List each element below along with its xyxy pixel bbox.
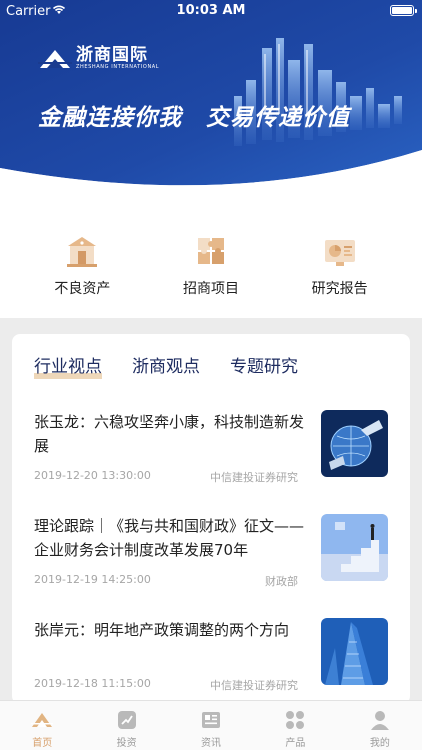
news-thumbnail-stairs [321, 514, 388, 581]
news-date: 2019-12-20 13:30:00 [34, 469, 151, 482]
tab-industry-view[interactable]: 行业视点 [34, 352, 102, 382]
bank-building-icon [67, 237, 98, 267]
news-card: 行业视点 浙商观点 专题研究 张玉龙：六稳攻坚奔小康，科技制造新发展 2019-… [12, 334, 410, 704]
report-chart-icon [324, 240, 355, 266]
battery-icon [390, 5, 414, 16]
brand-logo: 浙商国际 ZHESHANG INTERNATIONAL [38, 47, 159, 71]
tab-label: 专题研究 [230, 357, 298, 377]
tab-label: 浙商观点 [132, 357, 200, 377]
quick-item-distressed-assets[interactable]: 不良资产 [32, 196, 132, 318]
news-title: 理论跟踪｜《我与共和国财政》征文—— 企业财务会计制度改革发展70年 [34, 517, 305, 559]
tabbar-label: 我的 [369, 738, 390, 749]
news-item[interactable]: 张玉龙：六稳攻坚奔小康，科技制造新发展 2019-12-20 13:30:00 … [12, 390, 410, 494]
news-thumbnail-skyscraper [321, 618, 388, 685]
news-source: 中信建投证券研究 [210, 471, 298, 484]
invest-icon [117, 711, 136, 729]
news-title: 张玉龙：六稳攻坚奔小康，科技制造新发展 [34, 413, 305, 455]
clock: 10:03 AM [176, 3, 246, 18]
puzzle-icon [197, 238, 224, 264]
grid-icon [286, 711, 305, 729]
news-date: 2019-12-18 11:15:00 [34, 677, 151, 690]
quick-item-research-reports[interactable]: 研究报告 [290, 196, 390, 318]
tabbar-item-profile[interactable]: 我的 [338, 701, 422, 750]
status-bar: Carrier 10:03 AM [0, 0, 422, 22]
tab-special-research[interactable]: 专题研究 [230, 352, 298, 382]
news-tabs: 行业视点 浙商观点 专题研究 [12, 334, 410, 390]
logo-mark-icon [38, 50, 72, 68]
tab-label: 行业视点 [34, 357, 102, 377]
news-source: 财政部 [265, 575, 298, 588]
tabbar-item-home[interactable]: 首页 [0, 701, 84, 750]
tabbar-label: 投资 [116, 738, 137, 749]
logo-chinese-name: 浙商国际 [76, 45, 148, 65]
hero-slogan: 金融连接你我 交易传递价值 [38, 105, 350, 131]
news-item[interactable]: 理论跟踪｜《我与共和国财政》征文—— 企业财务会计制度改革发展70年 2019-… [12, 494, 410, 598]
tabbar-label: 首页 [32, 738, 53, 749]
tabbar-item-news[interactable]: 资讯 [169, 701, 253, 750]
user-icon [370, 711, 389, 730]
news-thumbnail-globe [321, 410, 388, 477]
tabbar-item-products[interactable]: 产品 [253, 701, 337, 750]
tabbar-label: 资讯 [201, 738, 222, 749]
quick-item-label: 不良资产 [54, 281, 111, 297]
battery-tip [415, 9, 417, 13]
hero-banner: Carrier 10:03 AM 浙商国际 ZHESHANG INTERNATI… [0, 0, 422, 196]
news-title: 张岸元：明年地产政策调整的两个方向 [34, 621, 290, 639]
news-source: 中信建投证券研究 [210, 679, 298, 692]
tabbar-label: 产品 [285, 738, 306, 749]
home-icon [31, 713, 54, 727]
quick-item-label: 招商项目 [182, 281, 239, 297]
news-item[interactable]: 张岸元：明年地产政策调整的两个方向 2019-12-18 11:15:00 中信… [12, 598, 410, 702]
quick-menu: 不良资产 招商项目 研究报告 [0, 196, 422, 318]
bottom-tab-bar: 首页 投资 资讯 产品 我的 [0, 700, 422, 750]
quick-item-investment-projects[interactable]: 招商项目 [161, 196, 261, 318]
tabbar-item-invest[interactable]: 投资 [84, 701, 168, 750]
logo-english-name: ZHESHANG INTERNATIONAL [76, 64, 160, 70]
news-date: 2019-12-19 14:25:00 [34, 573, 151, 586]
quick-item-label: 研究报告 [311, 281, 368, 297]
news-icon [202, 712, 221, 728]
tab-zheshang-view[interactable]: 浙商观点 [132, 352, 200, 382]
